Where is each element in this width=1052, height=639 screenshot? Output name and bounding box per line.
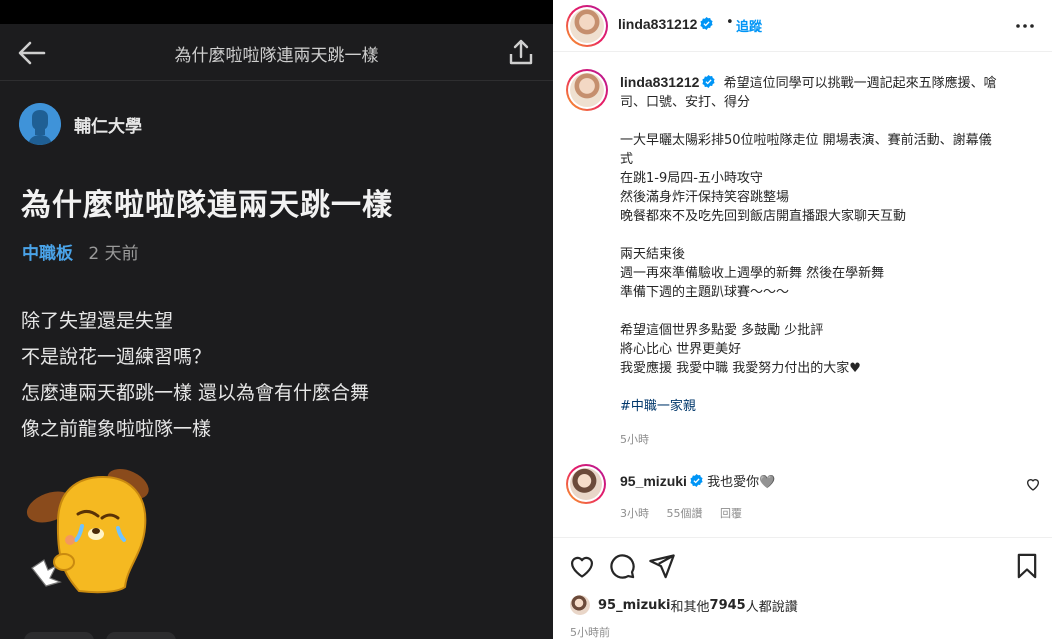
post-caption: linda831212 希望這位同學可以挑戰一週記起來五隊應援、嗆 司、口號、安… [620, 73, 1020, 416]
board-link[interactable]: 中職板 [22, 244, 73, 264]
separator-dot: • [726, 15, 734, 30]
follow-button[interactable]: 追蹤 [736, 16, 762, 35]
comment-likes[interactable]: 55個讚 [667, 507, 703, 520]
back-arrow-icon[interactable] [16, 38, 48, 68]
body-line: 除了失望還是失望 [21, 310, 174, 332]
caption-text-line: 一大早曬太陽彩排50位啦啦隊走位 開場表演、賽前活動、謝幕儀 [620, 133, 992, 148]
likes-username[interactable]: 95_mizuki [598, 598, 671, 613]
caption-avatar[interactable] [566, 69, 608, 111]
reaction-pills [24, 632, 176, 639]
caption-text-line: 週一再來準備驗收上週學的新舞 然後在學新舞 [620, 266, 885, 281]
likes-count[interactable]: 7945 [710, 598, 746, 613]
caption-text-line: 希望這個世界多點愛 多鼓勵 少批評 [620, 323, 824, 338]
caption-text-line: 兩天結束後 [620, 247, 686, 262]
comment: 95_mizuki 我也愛你🩶 [620, 471, 775, 490]
header-username-text[interactable]: linda831212 [618, 16, 697, 32]
caption-text-line: 希望這位同學可以挑戰一週記起來五隊應援、嗆 [723, 76, 997, 91]
caption-text-line: 晚餐都來不及吃先回到飯店開直播跟大家聊天互動 [620, 209, 907, 224]
status-bar [0, 0, 553, 24]
reply-button[interactable]: 回覆 [720, 507, 742, 520]
instagram-post-panel: linda831212 • 追蹤 linda831212 希望這位同學可以挑戰一… [553, 0, 1052, 639]
body-line: 像之前龍象啦啦隊一樣 [21, 418, 212, 440]
share-icon[interactable] [505, 37, 537, 69]
forum-post-panel: 為什麼啦啦隊連兩天跳一樣 輔仁大學 為什麼啦啦隊連兩天跳一樣 中職板 2 天前 … [0, 0, 553, 639]
heart-icon[interactable] [568, 552, 596, 580]
caption-text-line: 司、口號、安打、得分 [620, 95, 751, 110]
post-actions: 95_mizuki 和其他 7945 人都說讚 5小時前 [553, 537, 1052, 639]
post-author[interactable]: 輔仁大學 [19, 103, 142, 145]
likes-summary[interactable]: 95_mizuki 和其他 7945 人都說讚 [570, 595, 798, 615]
post-age: 5小時前 [570, 626, 610, 639]
caption-text-line: 將心比心 世界更美好 [620, 342, 742, 357]
more-options-icon[interactable] [1015, 16, 1035, 36]
caption-text-line: 在跳1-9局四-五小時攻守 [620, 171, 763, 186]
post-meta: 中職板 2 天前 [22, 239, 139, 264]
crying-dog-sticker [20, 462, 160, 602]
verified-badge-icon [700, 17, 713, 30]
comment-text: 我也愛你🩶 [707, 475, 776, 490]
reaction-pill[interactable] [106, 632, 176, 639]
bookmark-icon[interactable] [1013, 552, 1041, 580]
post-title: 為什麼啦啦隊連兩天跳一樣 [21, 188, 393, 223]
topbar-title: 為什麼啦啦隊連兩天跳一樣 [174, 46, 379, 66]
comment-icon[interactable] [608, 552, 636, 580]
caption-text-line: 然後滿身炸汗保持笑容跳整場 [620, 190, 790, 205]
comment-username[interactable]: 95_mizuki [620, 473, 687, 489]
forum-topbar: 為什麼啦啦隊連兩天跳一樣 [0, 24, 553, 81]
verified-badge-icon [702, 75, 715, 88]
hashtag-link[interactable]: #中職一家親 [620, 399, 696, 414]
body-line: 不是說花一週練習嗎？ [21, 346, 212, 368]
post-body: 除了失望還是失望 不是說花一週練習嗎？ 怎麼連兩天都跳一樣 還以為會有什麼合舞 … [21, 303, 541, 447]
avatar[interactable] [566, 5, 608, 47]
body-line: 怎麼連兩天都跳一樣 還以為會有什麼合舞 [21, 382, 370, 404]
ig-post-header: linda831212 • 追蹤 [553, 0, 1052, 52]
reaction-pill[interactable] [24, 632, 94, 639]
comment-heart-icon[interactable] [1025, 476, 1041, 492]
caption-text-line: 我愛應援 我愛中職 我愛努力付出的大家♥ [620, 361, 861, 376]
comment-meta: 3小時 55個讚 回覆 [620, 505, 756, 521]
author-name: 輔仁大學 [74, 116, 142, 137]
post-time: 2 天前 [88, 244, 139, 264]
caption-text-line: 式 [620, 152, 634, 167]
avatar [19, 103, 61, 145]
likes-text: 和其他 [670, 599, 710, 615]
share-icon[interactable] [648, 552, 676, 580]
likes-text: 人都說讚 [745, 599, 798, 615]
verified-badge-icon [690, 474, 703, 487]
avatar [570, 595, 590, 615]
comment-time: 3小時 [620, 507, 649, 520]
header-username[interactable]: linda831212 [618, 16, 713, 32]
caption-text-line: 準備下週的主題趴球賽～～～ [620, 285, 790, 300]
caption-time: 5小時 [620, 433, 649, 446]
caption-username[interactable]: linda831212 [620, 74, 699, 90]
comment-avatar[interactable] [566, 464, 606, 504]
